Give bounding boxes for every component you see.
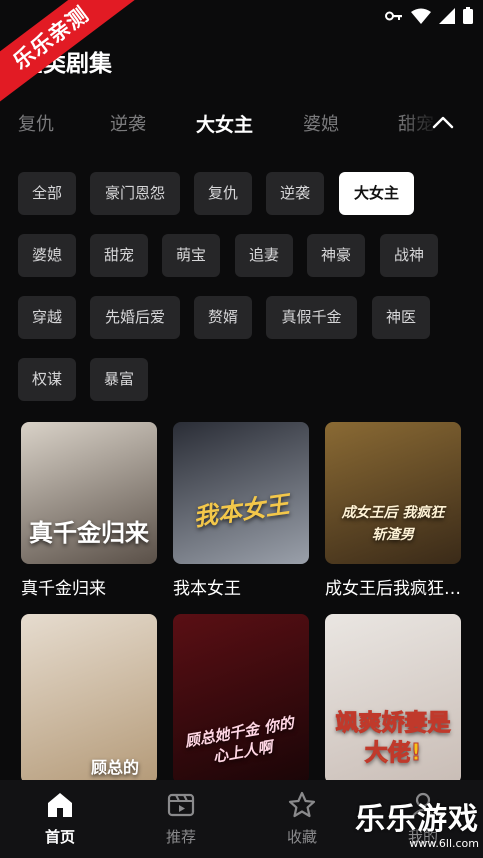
nav-label: 收藏 <box>286 828 317 846</box>
signal-icon <box>439 7 455 24</box>
drama-title[interactable]: 真千金归来 <box>21 574 157 599</box>
nav-home[interactable]: 首页 <box>20 790 100 847</box>
drama-title[interactable]: 我本女王 <box>173 574 309 599</box>
key-icon <box>385 11 402 20</box>
drama-poster[interactable]: 成女王后 我疯狂斩渣男 <box>325 422 461 564</box>
poster-title-text: 成女王后 我疯狂斩渣男 <box>341 505 445 543</box>
video-icon <box>167 793 195 817</box>
chip-baofu[interactable]: 暴富 <box>90 358 148 401</box>
poster-title-text: 真千金归来 <box>29 519 149 547</box>
drama-card[interactable]: 真千金归来 真千金归来 <box>21 422 157 599</box>
battery-icon <box>463 7 473 24</box>
drama-poster[interactable]: 顾总她千金 你的心上人啊 <box>173 614 309 784</box>
chip-xianhun[interactable]: 先婚后爱 <box>90 296 180 339</box>
poster-title-text: 飒爽娇妻是大佬! <box>335 710 451 767</box>
drama-card[interactable]: 成女王后 我疯狂斩渣男 成女王后我疯狂斩渣男 <box>325 422 461 599</box>
drama-poster[interactable]: 顾总的 <box>21 614 157 784</box>
nav-favorites[interactable]: 收藏 <box>262 790 342 847</box>
tab-danvzhu[interactable]: 大女主 <box>196 110 253 137</box>
chip-chuanyue[interactable]: 穿越 <box>18 296 76 339</box>
drama-card[interactable]: 顾总的 <box>21 614 157 784</box>
poster-title-text: 我本女王 <box>191 490 291 532</box>
tab-poxi[interactable]: 婆媳 <box>303 110 339 136</box>
tab-fuchou[interactable]: 复仇 <box>18 110 54 136</box>
chip-quanbu[interactable]: 全部 <box>18 172 76 215</box>
drama-poster[interactable]: 我本女王 <box>173 422 309 564</box>
star-icon <box>288 791 316 818</box>
nav-label: 推荐 <box>165 828 196 846</box>
drama-card[interactable]: 我本女王 我本女王 <box>173 422 309 599</box>
chip-shenyi[interactable]: 神医 <box>372 296 430 339</box>
watermark-site-text: www.6ll.com <box>409 837 479 850</box>
chevron-up-icon[interactable] <box>427 108 459 136</box>
chip-danvzhu[interactable]: 大女主 <box>339 172 414 215</box>
watermark-logo-text: 乐乐游戏 <box>355 802 479 837</box>
drama-poster[interactable]: 飒爽娇妻是大佬! <box>325 614 461 784</box>
chip-zhuiqi[interactable]: 追妻 <box>235 234 293 277</box>
poster-title-text: 顾总她千金 你的心上人啊 <box>183 713 296 766</box>
drama-title[interactable]: 成女王后我疯狂斩渣男 <box>325 574 461 599</box>
drama-card[interactable]: 飒爽娇妻是大佬! <box>325 614 461 784</box>
chip-zhuixu[interactable]: 赘婿 <box>194 296 252 339</box>
drama-card[interactable]: 顾总她千金 你的心上人啊 <box>173 614 309 784</box>
chip-shenhao[interactable]: 神豪 <box>307 234 365 277</box>
chip-zhanshen[interactable]: 战神 <box>380 234 438 277</box>
chip-haomen[interactable]: 豪门恩怨 <box>90 172 180 215</box>
nav-recommend[interactable]: 推荐 <box>141 790 221 847</box>
nav-label: 首页 <box>44 828 75 846</box>
drama-poster[interactable]: 真千金归来 <box>21 422 157 564</box>
tab-nixi[interactable]: 逆袭 <box>110 110 146 136</box>
home-icon <box>48 793 72 817</box>
chip-tianchong[interactable]: 甜宠 <box>90 234 148 277</box>
poster-title-text: 顾总的 <box>91 758 140 777</box>
chip-mengbao[interactable]: 萌宝 <box>162 234 220 277</box>
watermark-logo: 乐乐游戏 www.6ll.com <box>355 802 479 851</box>
wifi-icon <box>411 8 431 24</box>
chip-fuchou[interactable]: 复仇 <box>194 172 252 215</box>
chip-zhenjia[interactable]: 真假千金 <box>266 296 357 339</box>
chip-poxi[interactable]: 婆媳 <box>18 234 76 277</box>
chip-quanmou[interactable]: 权谋 <box>18 358 76 401</box>
category-tabs: 复仇 逆袭 大女主 婆媳 甜宠 <box>0 100 483 144</box>
chip-nixi[interactable]: 逆袭 <box>266 172 324 215</box>
